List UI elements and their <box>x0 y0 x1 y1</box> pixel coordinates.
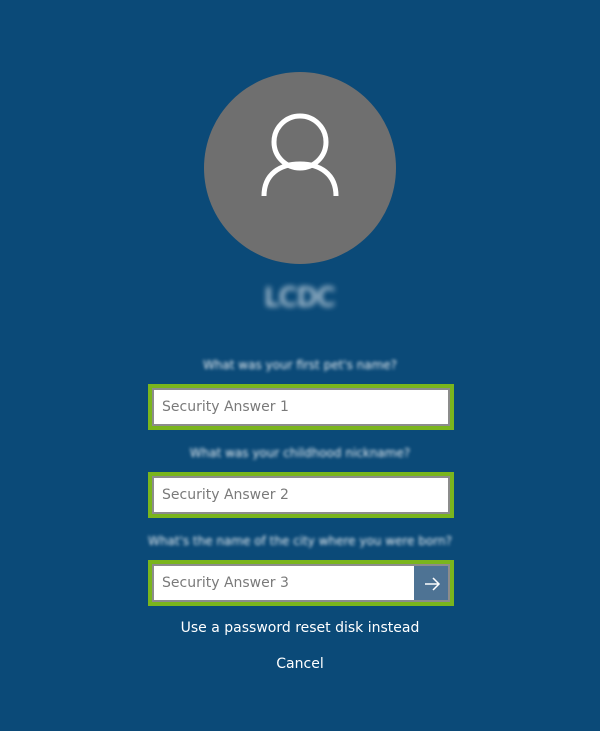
security-answer-2-input[interactable] <box>152 476 450 514</box>
security-answer-1-input[interactable] <box>152 388 450 426</box>
password-reset-disk-link[interactable]: Use a password reset disk instead <box>0 618 600 638</box>
security-question-2: What was your childhood nickname? <box>189 446 411 460</box>
security-question-1: What was your first pet's name? <box>202 358 398 372</box>
submit-button[interactable] <box>414 564 450 602</box>
cancel-link[interactable]: Cancel <box>0 654 600 674</box>
user-icon <box>261 113 339 197</box>
user-name: LCDC <box>264 283 336 313</box>
arrow-right-icon <box>425 577 441 591</box>
security-answer-3-input[interactable] <box>152 564 416 602</box>
security-answer-1-frame <box>148 384 454 430</box>
security-question-3: What's the name of the city where you we… <box>148 534 452 548</box>
security-answer-2-frame <box>148 472 454 518</box>
avatar <box>204 72 396 264</box>
security-answer-3-frame <box>148 560 454 606</box>
lock-screen: LCDC What was your first pet's name? Wha… <box>0 0 600 731</box>
